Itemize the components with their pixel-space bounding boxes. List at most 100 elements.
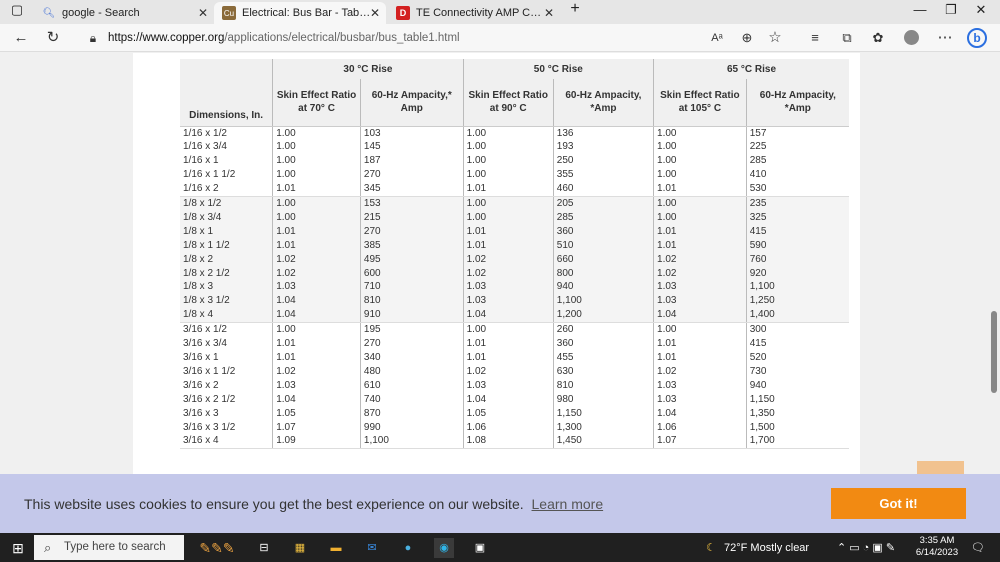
table-cell: 225 [749,141,767,153]
tray-icons[interactable]: ⌃ ▭ ◔ ▣ ✎ [820,538,912,558]
table-cell: 136 [556,127,574,139]
group-header: 65 °C Rise [653,59,849,79]
table-cell: 1,450 [556,435,582,447]
table-cell: 3/16 x 4 [183,435,219,447]
table-cell: 660 [556,253,574,265]
tab-title: TE Connectivity AMP Connectors [416,7,546,19]
table-cell: 3/16 x 1 1/2 [183,365,236,377]
table-cell: 910 [363,309,381,321]
refresh-icon[interactable]: ↻ [42,28,64,48]
dimension-cell: 1/16 x 1/2 1/16 x 3/4 1/16 x 1 1/16 x 1 1/2… [180,126,273,198]
table-cell: 1.00 [276,127,296,139]
minimize-icon[interactable]: — [905,2,935,17]
crayons-icon[interactable]: ✎✎✎ [192,538,242,558]
more-icon[interactable]: ⋯ [934,28,956,48]
weather-text[interactable]: 72°F Mostly clear [724,538,814,558]
table-cell: 3/16 x 3 [183,407,219,419]
table-cell: 415 [749,338,767,350]
table-cell: 1.00 [466,198,487,210]
scrollbar[interactable] [988,53,1000,532]
table-body: 1/16 x 1/2 1/16 x 3/4 1/16 x 1 1/16 x 1 1/2… [180,126,849,450]
terminal-icon[interactable]: ▣ [470,538,490,558]
close-icon[interactable]: ✕ [544,6,554,20]
table-cell: 1.01 [466,352,487,363]
globe-icon[interactable]: ● [398,538,418,558]
read-aloud-icon[interactable]: Aᵃ [706,28,728,48]
collections-icon[interactable]: ⧉ [836,28,858,48]
dimension-cell: 1/8 x 1/2 1/8 x 3/4 1/8 x 1 1/8 x 1 1/2 1/8 … [180,196,273,324]
edge-icon[interactable]: ◉ [434,538,454,558]
table-cell: 1.04 [466,309,487,321]
zoom-icon[interactable]: ⊕ [736,28,758,48]
table-cell: 1.03 [276,379,296,391]
mail-icon[interactable]: ✉ [362,538,382,558]
task-view-icon[interactable]: ⊟ [254,538,274,558]
table-cell: 730 [749,365,767,377]
sub-header-row: Dimensions, In. Skin Effect Ratio at 70°… [180,79,849,127]
table-cell: 1.01 [276,225,296,237]
tab-te[interactable]: D TE Connectivity AMP Connectors ✕ [388,2,560,24]
url-host: https://www.copper.org [108,32,225,44]
taskbar-search-input[interactable]: ⌕ Type here to search [34,535,184,560]
table-cell: 260 [556,324,574,336]
table-cell: 1.01 [276,352,296,363]
favorites-icon[interactable]: ≡ [804,28,826,48]
search-placeholder: Type here to search [64,541,166,553]
table-cell: 1.00 [657,155,677,167]
table-cell: 1.02 [657,253,677,265]
file-explorer-icon[interactable]: ▬ [326,538,346,558]
value-cell: 136 193 250 355 460 [552,126,654,198]
table-cell: 1.03 [466,281,487,293]
tab-actions-icon[interactable]: ▢ [2,2,32,18]
notification-icon[interactable]: 🗨︎ [968,538,988,558]
scroll-thumb[interactable] [991,311,997,393]
table-cell: 1.06 [466,421,487,433]
bing-icon[interactable]: b [966,28,988,48]
table-cell: 460 [556,183,574,195]
table-cell: 1.06 [657,421,677,433]
table-cell: 1.03 [276,281,296,293]
dimension-cell: 3/16 x 1/2 3/16 x 3/4 3/16 x 1 3/16 x 1 1/2… [180,322,273,450]
table-cell: 710 [363,281,381,293]
store-icon[interactable]: ▦ [290,538,310,558]
tab-busbar[interactable]: Cu Electrical: Bus Bar - Table 1: Amp ✕ [214,2,386,24]
value-cell: 1.00 1.01 1.01 1.02 1.03 1.03 1.04 1.06 1.07 [653,322,747,450]
close-window-icon[interactable]: ✕ [966,2,996,18]
table-cell: 1.02 [466,253,487,265]
table-cell: 800 [556,267,574,279]
table-row-group: 1/16 x 1/2 1/16 x 3/4 1/16 x 1 1/16 x 1 1/2… [180,126,849,198]
windows-start-icon[interactable]: ⊞ [8,538,28,558]
lock-icon[interactable]: 🔒︎ [82,28,104,48]
value-cell: 205 285 360 510 660 800 940 1,100 1,200 [552,196,654,324]
table-cell: 810 [556,379,574,391]
table-cell: 300 [749,324,767,336]
table-cell: 1.02 [466,365,487,377]
got-it-button[interactable]: Got it! [831,488,966,519]
favorite-star-icon[interactable]: ☆ [764,28,786,48]
table-cell: 1.00 [276,211,296,223]
new-tab-button[interactable]: + [560,0,590,18]
table-cell: 235 [749,198,767,210]
back-icon[interactable]: ← [10,28,32,48]
table-cell: 270 [363,225,381,237]
table-cell: 285 [749,155,767,167]
tab-google[interactable]: 🔍︎ google - Search ✕ [34,2,214,24]
learn-more-link[interactable]: Learn more [532,496,604,512]
table-cell: 1.00 [276,169,296,181]
table-cell: 360 [556,225,574,237]
table-cell: 1,350 [749,407,775,419]
table-cell: 1.01 [466,183,487,195]
table-cell: 1.01 [276,239,296,251]
restore-icon[interactable]: ❐ [936,2,966,18]
table-cell: 1.00 [657,324,677,336]
table-cell: 3/16 x 2 1/2 [183,393,236,405]
table-cell: 1.02 [657,365,677,377]
avatar-icon[interactable] [900,28,922,48]
extensions-icon[interactable]: ✿ [867,28,889,48]
clock[interactable]: 3:35 AM 6/14/2023 [914,535,960,559]
table-cell: 610 [363,379,381,391]
table-cell: 1.03 [657,281,677,293]
close-icon[interactable]: ✕ [198,6,208,20]
table-cell: 1/8 x 3/4 [183,211,222,223]
close-icon[interactable]: ✕ [370,6,380,20]
